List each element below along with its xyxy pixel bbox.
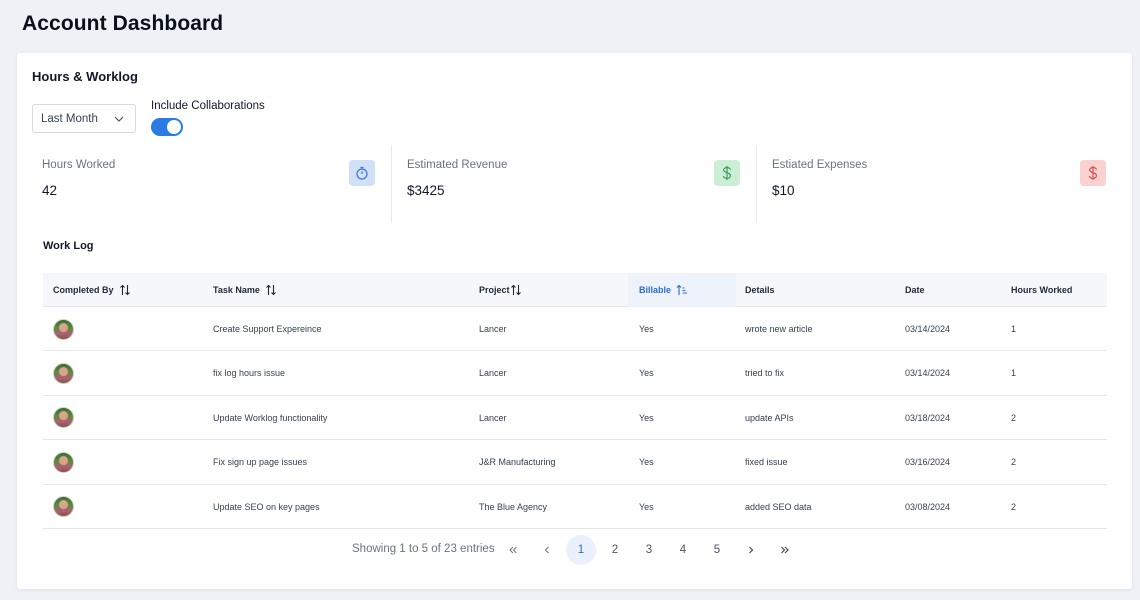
cell-date: 03/18/2024 <box>905 412 951 423</box>
column-header-details: Details <box>745 285 775 295</box>
column-header-date: Date <box>905 285 925 295</box>
cell-project: The Blue Agency <box>479 501 548 512</box>
worklog-table: Completed By Task Name Project Billable … <box>43 273 1107 529</box>
cell-task: Create Support Expereince <box>213 324 322 334</box>
cell-billable: Yes <box>639 412 654 423</box>
cell-task: Fix sign up page issues <box>213 457 308 468</box>
cell-date: 03/14/2024 <box>905 368 951 379</box>
stat-label: Estiated Expenses <box>772 159 868 171</box>
column-header-completed-by[interactable]: Completed By <box>53 273 131 307</box>
cell-billable: Yes <box>639 457 654 468</box>
stat-estimated-revenue: Estimated Revenue $3425 <box>397 145 742 223</box>
table-header: Completed By Task Name Project Billable … <box>43 273 1107 307</box>
column-header-hours-worked: Hours Worked <box>1011 285 1073 295</box>
stat-value: $3425 <box>407 183 445 198</box>
cell-date: 03/16/2024 <box>905 457 951 468</box>
cell-billable: Yes <box>639 501 654 512</box>
cell-hours: 2 <box>1011 457 1017 468</box>
cell-project: Lancer <box>479 412 507 423</box>
prev-page-button[interactable] <box>532 535 562 565</box>
dollar-icon <box>1080 160 1106 186</box>
cell-hours: 1 <box>1011 368 1017 379</box>
page-button-4[interactable]: 4 <box>668 535 698 565</box>
pagination-info: Showing 1 to 5 of 23 entries <box>352 543 495 555</box>
avatar <box>53 362 74 384</box>
stat-divider <box>391 145 392 223</box>
cell-details: added SEO data <box>745 501 812 512</box>
chevron-down-icon <box>114 116 124 122</box>
cell-billable: Yes <box>639 368 654 379</box>
cell-project: Lancer <box>479 324 507 334</box>
cell-details: update APIs <box>745 412 794 423</box>
cell-project: J&R Manufacturing <box>479 457 556 468</box>
stat-divider <box>756 145 757 223</box>
avatar <box>53 496 74 518</box>
column-header-project[interactable]: Project <box>479 273 522 307</box>
stopwatch-icon <box>349 160 375 186</box>
card-title: Hours & Worklog <box>32 69 138 84</box>
cell-date: 03/08/2024 <box>905 501 951 512</box>
pagination: Showing 1 to 5 of 23 entries 1 2 3 4 5 <box>17 534 1132 566</box>
table-row: Update SEO on key pages The Blue Agency … <box>43 485 1107 529</box>
period-select[interactable]: Last Month <box>32 104 136 133</box>
worklog-title: Work Log <box>43 240 94 252</box>
hours-worklog-card: Hours & Worklog Last Month Include Colla… <box>17 53 1132 589</box>
sort-ascending-icon <box>676 284 688 295</box>
page-button-1[interactable]: 1 <box>566 535 596 565</box>
next-page-button[interactable] <box>736 535 766 565</box>
stat-value: $10 <box>772 183 795 198</box>
cell-hours: 2 <box>1011 501 1017 512</box>
sort-icon <box>119 284 130 296</box>
column-label: Project <box>479 285 510 295</box>
page-title: Account Dashboard <box>22 12 224 35</box>
table-row: Create Support Expereince Lancer Yes wro… <box>43 307 1107 352</box>
cell-date: 03/14/2024 <box>905 324 951 334</box>
column-label: Task Name <box>213 285 260 295</box>
stat-hours-worked: Hours Worked 42 <box>32 145 377 223</box>
chevron-right-icon <box>749 546 754 554</box>
cell-details: tried to fix <box>745 368 785 379</box>
stat-label: Estimated Revenue <box>407 159 508 171</box>
sort-icon <box>265 284 276 296</box>
double-chevron-right-icon <box>781 546 789 554</box>
include-collaborations-toggle[interactable] <box>151 118 183 136</box>
stat-estimated-expenses: Estiated Expenses $10 <box>762 145 1107 223</box>
table-row: fix log hours issue Lancer Yes tried to … <box>43 351 1107 396</box>
page-button-2[interactable]: 2 <box>600 535 630 565</box>
table-row: Update Worklog functionality Lancer Yes … <box>43 396 1107 441</box>
cell-details: fixed issue <box>745 457 788 468</box>
dollar-icon <box>714 160 740 186</box>
avatar <box>53 407 74 429</box>
first-page-button[interactable] <box>498 535 528 565</box>
avatar <box>53 451 74 473</box>
stat-value: 42 <box>42 183 58 198</box>
cell-task: Update Worklog functionality <box>213 412 328 423</box>
toggle-knob <box>167 120 181 134</box>
page-button-5[interactable]: 5 <box>702 535 732 565</box>
cell-task: fix log hours issue <box>213 368 286 379</box>
cell-billable: Yes <box>639 324 654 334</box>
column-label: Completed By <box>53 285 114 295</box>
cell-project: Lancer <box>479 368 507 379</box>
sort-icon <box>510 284 521 296</box>
double-chevron-left-icon <box>509 546 517 554</box>
cell-hours: 2 <box>1011 412 1017 423</box>
column-header-task-name[interactable]: Task Name <box>213 273 277 307</box>
avatar <box>53 318 74 340</box>
cell-details: wrote new article <box>745 324 813 334</box>
cell-task: Update SEO on key pages <box>213 501 320 512</box>
column-header-billable[interactable]: Billable <box>628 273 736 307</box>
column-label: Billable <box>639 285 672 295</box>
last-page-button[interactable] <box>770 535 800 565</box>
chevron-left-icon <box>544 546 549 554</box>
include-collaborations-label: Include Collaborations <box>151 100 265 112</box>
stat-label: Hours Worked <box>42 159 116 171</box>
cell-hours: 1 <box>1011 324 1017 334</box>
table-row: Fix sign up page issues J&R Manufacturin… <box>43 440 1107 485</box>
page-button-3[interactable]: 3 <box>634 535 664 565</box>
period-select-value: Last Month <box>41 112 98 125</box>
